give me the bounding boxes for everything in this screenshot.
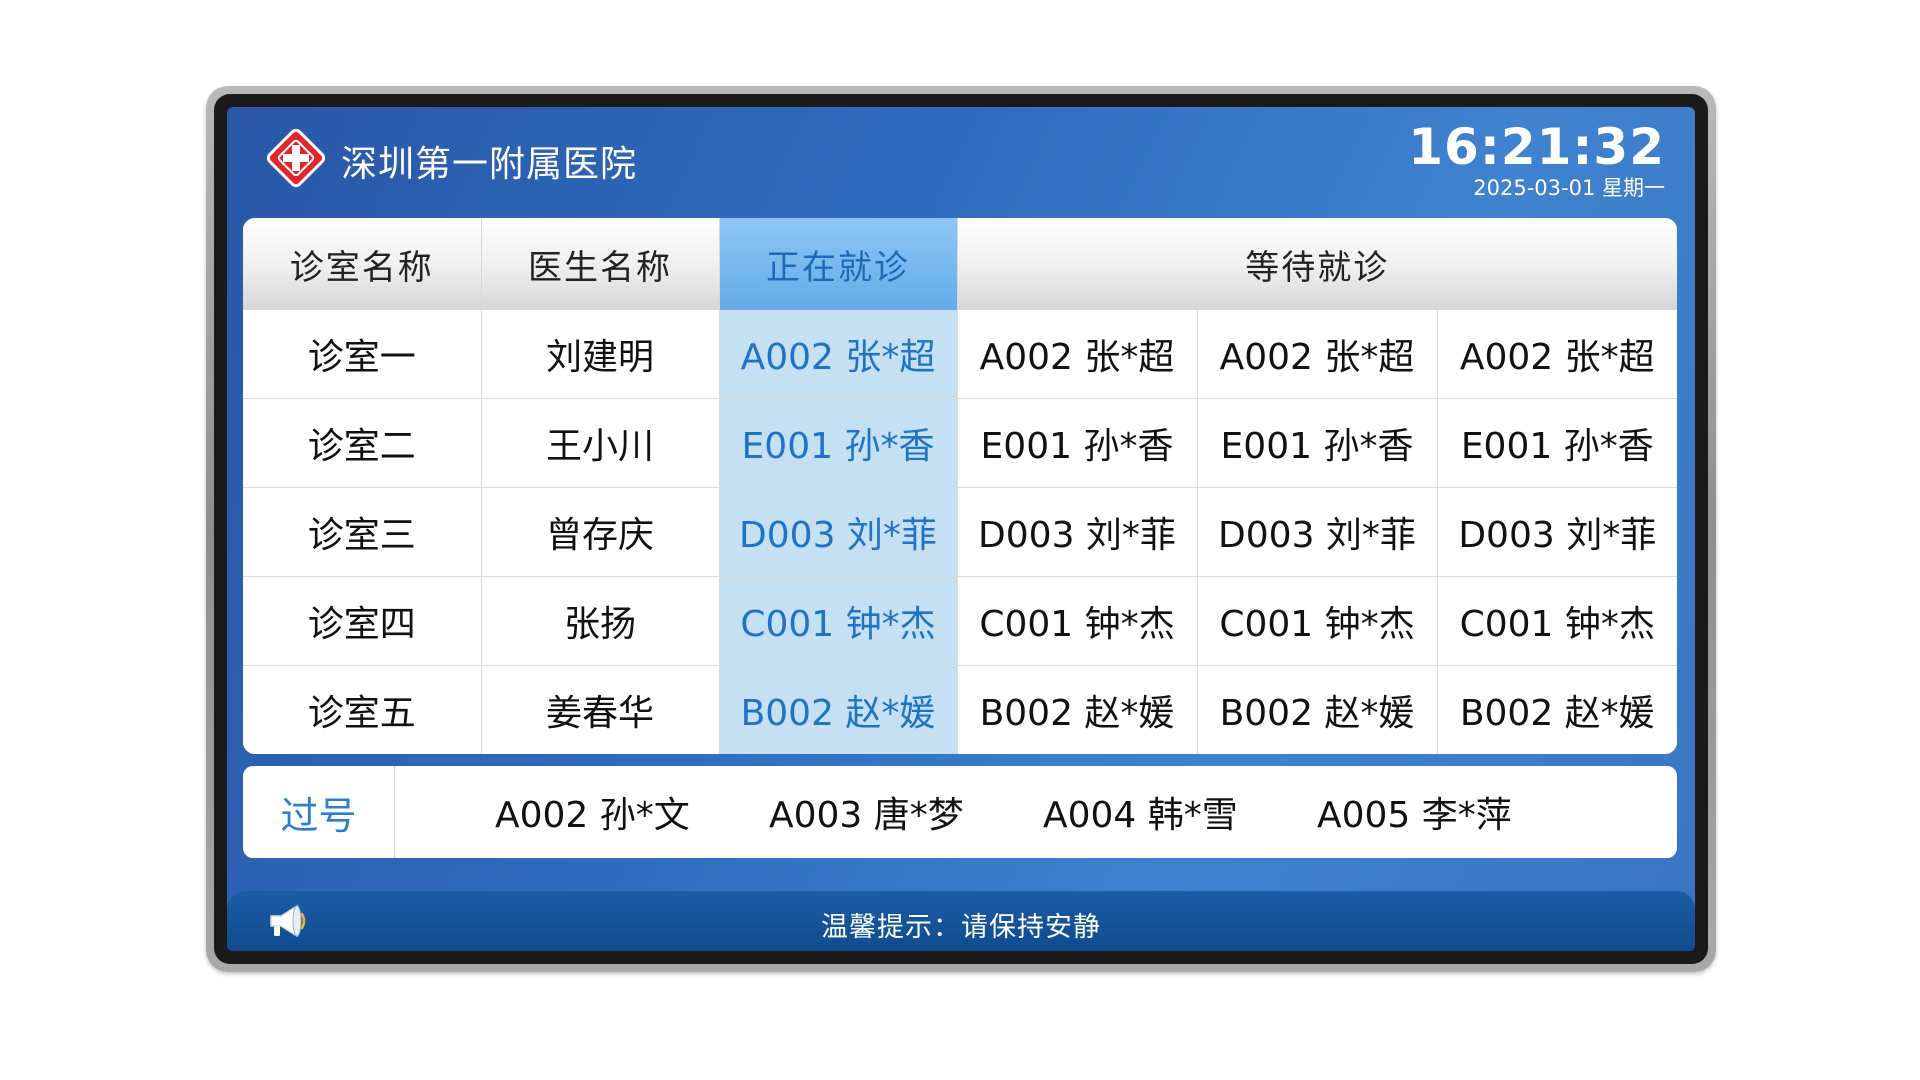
header: 深圳第一附属医院 16:21:32 2025-03-01 星期一	[227, 107, 1695, 207]
waiting-patient-cell: A002 张*超	[957, 310, 1198, 399]
current-patient-cell: A002 张*超	[719, 310, 958, 399]
queue-screen: 深圳第一附属医院 16:21:32 2025-03-01 星期一 诊室名称 医生…	[227, 107, 1695, 951]
room-cell: 诊室二	[243, 398, 482, 488]
current-patient-cell: C001 钟*杰	[719, 576, 958, 667]
passed-item: A003 唐*梦	[769, 795, 964, 836]
room-cell: 诊室三	[243, 487, 482, 578]
waiting-patient-cell: D003 刘*菲	[1197, 487, 1438, 578]
waiting-patient-cell: E001 孙*香	[1437, 398, 1677, 488]
waiting-patient-cell: E001 孙*香	[957, 398, 1198, 488]
waiting-patient-cell: B002 赵*媛	[1437, 665, 1677, 754]
table-row: 诊室一 刘建明 A002 张*超 A002 张*超 A002 张*超 A002 …	[243, 310, 1677, 399]
table-row: 诊室三 曾存庆 D003 刘*菲 D003 刘*菲 D003 刘*菲 D003 …	[243, 487, 1677, 578]
waiting-patient-cell: B002 赵*媛	[957, 665, 1198, 754]
waiting-patient-cell: C001 钟*杰	[1197, 576, 1438, 667]
table-row: 诊室四 张扬 C001 钟*杰 C001 钟*杰 C001 钟*杰 C001 钟…	[243, 576, 1677, 667]
display-monitor: 深圳第一附属医院 16:21:32 2025-03-01 星期一 诊室名称 医生…	[206, 86, 1716, 972]
waiting-patient-cell: B002 赵*媛	[1197, 665, 1438, 754]
doctor-cell: 张扬	[481, 576, 720, 667]
monitor-bezel: 深圳第一附属医院 16:21:32 2025-03-01 星期一 诊室名称 医生…	[214, 94, 1708, 964]
passed-label: 过号	[243, 766, 395, 858]
passed-item: A004 韩*雪	[1043, 795, 1238, 836]
waiting-patient-cell: C001 钟*杰	[957, 576, 1198, 667]
queue-table: 诊室名称 医生名称 正在就诊 等待就诊 诊室一 刘建明 A002 张*超 A00…	[243, 218, 1677, 754]
waiting-patient-cell: A002 张*超	[1197, 310, 1438, 399]
table-header-row: 诊室名称 医生名称 正在就诊 等待就诊	[243, 218, 1677, 310]
room-cell: 诊室五	[243, 665, 482, 754]
current-date: 2025-03-01 星期一	[1473, 176, 1665, 200]
header-room: 诊室名称	[243, 218, 482, 310]
room-cell: 诊室四	[243, 576, 482, 667]
waiting-patient-cell: D003 刘*菲	[1437, 487, 1677, 578]
doctor-cell: 曾存庆	[481, 487, 720, 578]
red-cross-logo-icon	[266, 128, 326, 188]
queue-table-panel: 诊室名称 医生名称 正在就诊 等待就诊 诊室一 刘建明 A002 张*超 A00…	[243, 218, 1677, 754]
clock: 16:21:32 2025-03-01 星期一	[1408, 119, 1665, 201]
room-cell: 诊室一	[243, 310, 482, 399]
doctor-cell: 姜春华	[481, 665, 720, 754]
current-patient-cell: D003 刘*菲	[719, 487, 958, 578]
doctor-cell: 王小川	[481, 398, 720, 488]
passed-item: A005 李*萍	[1317, 795, 1512, 836]
current-patient-cell: E001 孙*香	[719, 398, 958, 488]
passed-number-bar: 过号 A002 孙*文 A003 唐*梦 A004 韩*雪 A005 李*萍	[243, 766, 1677, 858]
passed-item: A002 孙*文	[495, 795, 690, 836]
waiting-patient-cell: C001 钟*杰	[1437, 576, 1677, 667]
doctor-cell: 刘建明	[481, 310, 720, 399]
current-patient-cell: B002 赵*媛	[719, 665, 958, 754]
passed-list: A002 孙*文 A003 唐*梦 A004 韩*雪 A005 李*萍	[395, 786, 1591, 838]
table-row: 诊室五 姜春华 B002 赵*媛 B002 赵*媛 B002 赵*媛 B002 …	[243, 665, 1677, 754]
notice-text: 温馨提示：请保持安静	[821, 912, 1101, 943]
current-time: 16:21:32	[1408, 118, 1665, 176]
notice-footer: 温馨提示：请保持安静	[227, 891, 1695, 951]
header-waiting: 等待就诊	[957, 218, 1677, 310]
table-row: 诊室二 王小川 E001 孙*香 E001 孙*香 E001 孙*香 E001 …	[243, 398, 1677, 488]
waiting-patient-cell: A002 张*超	[1437, 310, 1677, 399]
waiting-patient-cell: E001 孙*香	[1197, 398, 1438, 488]
waiting-patient-cell: D003 刘*菲	[957, 487, 1198, 578]
header-doctor: 医生名称	[481, 218, 720, 310]
hospital-name: 深圳第一附属医院	[341, 144, 638, 185]
header-current: 正在就诊	[719, 218, 958, 310]
